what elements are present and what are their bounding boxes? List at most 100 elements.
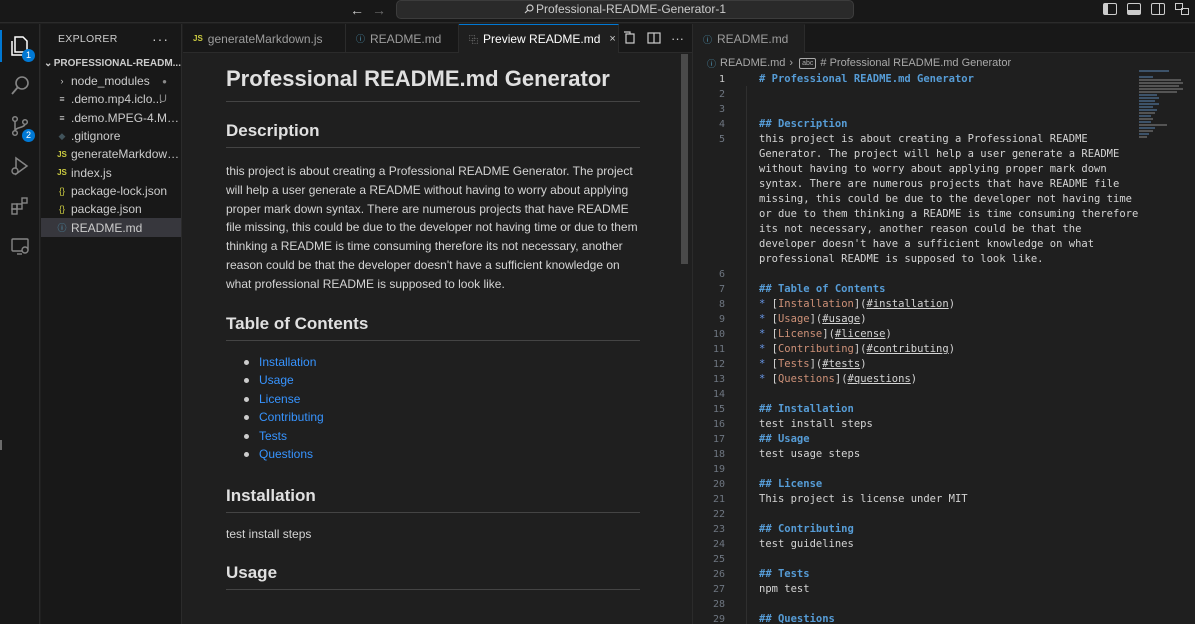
back-arrow-icon[interactable]: ← <box>350 2 364 18</box>
code-heading: ## Table of Contents <box>759 283 886 295</box>
markdown-preview[interactable]: Professional README.md Generator Descrip… <box>183 54 692 624</box>
more-actions-icon[interactable]: ··· <box>671 31 684 46</box>
breadcrumb-file[interactable]: README.md <box>720 57 785 69</box>
code-link-url[interactable]: #usage <box>822 313 860 325</box>
line-number: 20 <box>712 479 725 490</box>
line-number: 9 <box>718 314 725 325</box>
remote-explorer-activity[interactable] <box>0 226 40 266</box>
tab-label: Preview README.md <box>483 32 601 46</box>
code-link-url[interactable]: #tests <box>822 358 860 370</box>
toc-link-questions[interactable]: Questions <box>244 445 640 464</box>
untracked-status: U <box>159 93 167 106</box>
info-icon: ⓘ <box>57 223 67 234</box>
json-icon: {} <box>58 204 65 215</box>
code-link-url[interactable]: #installation <box>867 298 949 310</box>
code-link-text: Installation <box>777 298 854 310</box>
line-number: 26 <box>712 569 725 580</box>
code-link-text: Tests <box>777 358 810 370</box>
line-number: 11 <box>712 344 725 355</box>
line-number: 5 <box>718 134 725 145</box>
tab-preview-readme[interactable]: ⿻ Preview README.md × <box>459 24 619 53</box>
close-icon[interactable]: × <box>609 33 615 45</box>
tree-item-readme[interactable]: ⓘ README.md <box>41 218 181 237</box>
more-actions-icon[interactable]: ··· <box>152 31 169 47</box>
line-number: 8 <box>718 299 725 310</box>
line-number: 2 <box>718 89 725 100</box>
extensions-activity[interactable] <box>0 186 40 226</box>
code-text: its not necessary, another reason could … <box>759 223 1082 235</box>
line-number: 19 <box>712 464 725 475</box>
preview-toc-heading: Table of Contents <box>226 314 640 341</box>
open-source-icon[interactable] <box>623 31 637 45</box>
minimap[interactable] <box>1139 70 1185 145</box>
line-number: 14 <box>712 389 725 400</box>
line-number: 12 <box>712 359 725 370</box>
toc-link-installation[interactable]: Installation <box>244 353 640 372</box>
line-number: 29 <box>712 614 725 624</box>
code-heading: ## Contributing <box>759 523 854 535</box>
code-text: without having to worry about applying p… <box>759 163 1107 175</box>
customize-layout-icon[interactable] <box>1175 3 1189 15</box>
line-number: 23 <box>712 524 725 535</box>
command-center-text: Professional-README-Generator-1 <box>535 2 727 16</box>
tree-item-package-json[interactable]: {} package.json <box>41 200 181 218</box>
toggle-primary-sidebar-icon[interactable] <box>1103 3 1117 15</box>
line-number: 16 <box>712 419 725 430</box>
split-editor-icon[interactable] <box>647 31 661 45</box>
window-edge-marker <box>0 440 2 450</box>
tree-item-package-lock[interactable]: {} package-lock.json <box>41 182 181 200</box>
breadcrumb-symbol[interactable]: # Professional README.md Generator <box>820 57 1011 69</box>
preview-scrollbar[interactable] <box>681 54 688 264</box>
code-text: test guidelines <box>759 538 854 550</box>
explorer-sidebar: EXPLORER ··· ⌄ PROFESSIONAL-READM... › n… <box>41 24 182 624</box>
line-number: 1 <box>718 74 725 85</box>
line-number: 6 <box>718 269 725 280</box>
code-link-url[interactable]: #questions <box>848 373 911 385</box>
run-debug-activity[interactable] <box>0 146 40 186</box>
toggle-panel-icon[interactable] <box>1127 3 1141 15</box>
tree-item-node-modules[interactable]: › node_modules ● <box>41 72 181 90</box>
breadcrumb: ⓘ README.md › abc # Professional README.… <box>693 54 1195 72</box>
code-editor[interactable]: 1 # Professional README.md Generator 2 3 … <box>693 72 1195 624</box>
explorer-activity[interactable]: 1 <box>0 26 40 66</box>
line-number: 25 <box>712 554 725 565</box>
chevron-down-icon: ⌄ <box>44 57 53 69</box>
tree-item-demo-mpeg4[interactable]: ≡ .demo.MPEG-4.MP4... <box>41 109 181 127</box>
line-number: 7 <box>718 284 725 295</box>
run-debug-icon <box>11 156 29 176</box>
code-heading: ## Usage <box>759 433 810 445</box>
tree-item-gitignore[interactable]: ◆ .gitignore <box>41 127 181 145</box>
line-number: 13 <box>712 374 725 385</box>
preview-installation-text: test install steps <box>226 526 312 541</box>
workspace-folder[interactable]: ⌄ PROFESSIONAL-READM... <box>41 54 181 72</box>
toc-link-usage[interactable]: Usage <box>244 371 640 390</box>
line-number: 17 <box>712 434 725 445</box>
layout-controls <box>1103 3 1189 15</box>
command-center-search[interactable]: Professional-README-Generator-1 <box>396 0 854 19</box>
tree-item-label: generateMarkdown.js <box>71 147 181 162</box>
toc-link-tests[interactable]: Tests <box>244 427 640 446</box>
tab-readme[interactable]: ⓘ README.md <box>346 24 459 53</box>
toc-link-contributing[interactable]: Contributing <box>244 408 640 427</box>
javascript-icon: JS <box>57 168 67 178</box>
tab-generate-markdown[interactable]: JS generateMarkdown.js <box>183 24 346 53</box>
modified-dot-icon: ● <box>162 76 167 86</box>
toc-link-license[interactable]: License <box>244 390 640 409</box>
toggle-secondary-sidebar-icon[interactable] <box>1151 3 1165 15</box>
source-control-activity[interactable]: 2 <box>0 106 40 146</box>
line-number: 27 <box>712 584 725 595</box>
tab-readme-source[interactable]: ⓘ README.md <box>693 24 805 53</box>
code-link-url[interactable]: #license <box>835 328 886 340</box>
search-activity[interactable] <box>0 66 40 106</box>
line-number: 24 <box>712 539 725 550</box>
editor-group-1-tabs: JS generateMarkdown.js ⓘ README.md ⿻ Pre… <box>183 24 692 53</box>
tree-item-generate-markdown[interactable]: JS generateMarkdown.js <box>41 145 181 163</box>
line-number: 28 <box>712 599 725 610</box>
code-heading: ## Tests <box>759 568 810 580</box>
forward-arrow-icon[interactable]: → <box>372 2 386 18</box>
code-link-url[interactable]: #contributing <box>867 343 949 355</box>
tree-item-index-js[interactable]: JS index.js <box>41 163 181 181</box>
code-link-text: Questions <box>777 373 835 385</box>
tree-item-demo-mp4-icloud[interactable]: ≡ .demo.mp4.iclo... U <box>41 90 181 108</box>
info-icon: ⓘ <box>707 58 717 69</box>
